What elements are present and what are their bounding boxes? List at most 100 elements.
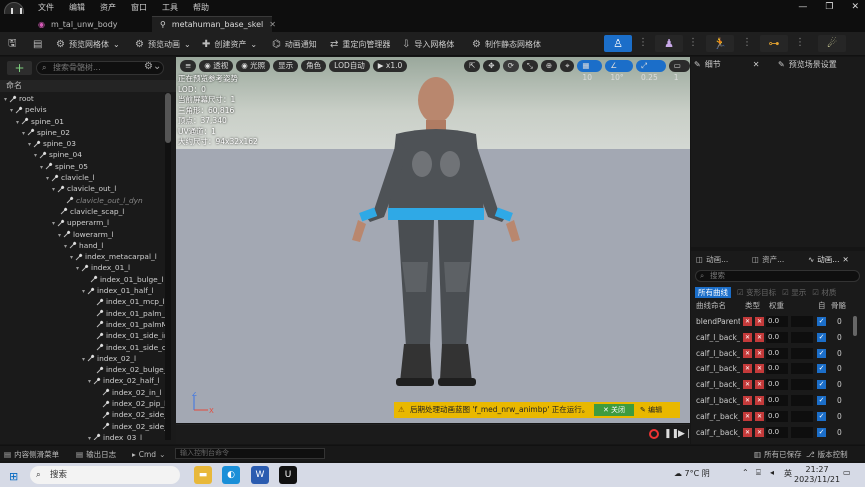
morph-type-icon[interactable]: ✕ <box>743 380 752 390</box>
tree-item[interactable]: index_01_palmMid <box>0 319 165 330</box>
tree-item[interactable]: ▾ index_02_half_l <box>0 375 165 386</box>
unreal-taskbar-icon[interactable]: U <box>279 466 297 484</box>
tree-scrollbar[interactable] <box>165 93 171 440</box>
curve-row[interactable]: calf_r_back_ ✕ ✕ 0.0 ✓ 0 <box>695 425 858 441</box>
maximize-icon[interactable]: ❐ <box>825 2 833 12</box>
tree-item[interactable]: ▾ index_02_l <box>0 353 165 364</box>
speed-button[interactable]: ▶ x1.0 <box>372 60 408 72</box>
mesh-mode-button[interactable]: ♟ <box>655 35 683 52</box>
taskbar-search[interactable]: ⌕ 搜索 <box>30 466 180 484</box>
material-type-icon[interactable]: ✕ <box>755 396 764 405</box>
console-command-input[interactable]: 输入控制台命令 <box>175 448 325 459</box>
expand-arrow-icon[interactable]: ▾ <box>52 220 55 227</box>
expand-arrow-icon[interactable]: ▾ <box>88 378 91 385</box>
menu-help[interactable]: 帮助 <box>193 2 209 13</box>
material-type-icon[interactable]: ✕ <box>755 380 764 390</box>
tab-material[interactable]: ◉ m_tal_unw_body <box>30 16 126 32</box>
surface-snap-icon[interactable]: ⌖ <box>560 60 575 72</box>
save-button[interactable]: 🖫 <box>8 36 17 52</box>
speaker-icon[interactable]: ◂ <box>770 468 774 477</box>
skeleton-mode-button[interactable]: ♙ <box>604 35 632 52</box>
curve-search-input[interactable]: ⌕ 搜索 <box>695 270 860 282</box>
morph-type-icon[interactable]: ✕ <box>743 411 752 421</box>
notice-edit-button[interactable]: ✎ 编辑 <box>640 404 676 416</box>
auto-checkbox[interactable]: ✓ <box>817 427 826 437</box>
menu-edit[interactable]: 编辑 <box>69 2 85 13</box>
filter-all-curves[interactable]: 所有曲线 <box>695 286 731 298</box>
tab-assets[interactable]: ◫ 资产... <box>752 253 784 266</box>
rotate-tool-icon[interactable]: ⟳ <box>502 60 519 72</box>
expand-arrow-icon[interactable]: ▾ <box>52 186 55 193</box>
filter-morph-targets[interactable]: ☑ 变形目标 <box>737 287 776 298</box>
auto-checkbox[interactable]: ✓ <box>817 317 826 326</box>
more-options-icon[interactable]: ⋮ <box>638 37 648 48</box>
tab-details[interactable]: ✎ 细节 ✕ <box>694 58 759 71</box>
filter-show[interactable]: ☑ 显示 <box>782 287 806 298</box>
character-button[interactable]: 角色 <box>301 60 327 72</box>
tree-item[interactable]: ▾ clavicle_out_l <box>0 183 165 194</box>
material-type-icon[interactable]: ✕ <box>755 348 764 358</box>
move-tool-icon[interactable]: ✥ <box>483 60 500 72</box>
auto-checkbox[interactable]: ✓ <box>817 348 826 358</box>
curve-row[interactable]: blendParent ✕ ✕ 0.0 ✓ 0 <box>695 314 858 330</box>
tree-item[interactable]: ▾ index_01_l <box>0 262 165 273</box>
curve-weight-input[interactable]: 0.0 <box>766 379 788 391</box>
metahuman-character[interactable] <box>326 72 546 402</box>
material-type-icon[interactable]: ✕ <box>755 332 764 342</box>
more-options-icon[interactable]: ⋮ <box>795 37 805 48</box>
curve-weight-slider[interactable] <box>791 379 813 391</box>
more-options-icon[interactable]: ⋮ <box>688 37 698 48</box>
expand-arrow-icon[interactable]: ▾ <box>40 164 43 171</box>
curve-weight-input[interactable]: 0.0 <box>766 363 788 375</box>
grid-snap-button[interactable]: ▦ 10 <box>577 60 603 82</box>
tree-item[interactable]: index_01_bulge_l <box>0 274 165 285</box>
notice-stop-button[interactable]: ✕ 关闭 <box>594 404 634 416</box>
curve-row[interactable]: calf_l_back_ ✕ ✕ 0.0 ✓ 0 <box>695 361 858 377</box>
expand-arrow-icon[interactable]: ▾ <box>58 232 61 239</box>
auto-checkbox[interactable]: ✓ <box>817 364 826 374</box>
lighting-button[interactable]: ◉ 光照 <box>236 60 271 72</box>
perspective-button[interactable]: ◉ 透视 <box>199 60 234 72</box>
lod-button[interactable]: LOD自动 <box>329 60 370 72</box>
windows-start-icon[interactable]: ⊞ <box>9 470 18 483</box>
expand-arrow-icon[interactable]: ▾ <box>10 107 13 114</box>
tree-item[interactable]: ▾ root <box>0 93 165 104</box>
expand-arrow-icon[interactable]: ▾ <box>28 141 31 148</box>
edge-browser-icon[interactable]: ◐ <box>222 466 240 484</box>
tree-item[interactable]: clavicle_out_l_dyn <box>0 195 165 206</box>
tree-item[interactable]: ▾ spine_04 <box>0 149 165 160</box>
settings-gear-icon[interactable]: ⚙⌄ <box>144 61 161 72</box>
morph-type-icon[interactable]: ✕ <box>743 332 752 342</box>
curve-weight-input[interactable]: 0.0 <box>766 331 788 343</box>
camera-speed-button[interactable]: ▭ 1 <box>668 60 690 82</box>
world-local-icon[interactable]: ⊕ <box>540 60 558 72</box>
morph-type-icon[interactable]: ✕ <box>743 364 752 374</box>
filter-material[interactable]: ☑ 材质 <box>812 287 836 298</box>
pause-icon[interactable]: ❚❚ <box>664 429 679 439</box>
tree-item[interactable]: ▾ spine_03 <box>0 138 165 149</box>
network-icon[interactable]: ⌸ <box>756 468 761 478</box>
tree-item[interactable]: index_02_bulge_ <box>0 364 165 375</box>
tree-item[interactable]: index_01_palm_l <box>0 308 165 319</box>
anim-notify-button[interactable]: ⌬ 动画通知 <box>272 36 317 52</box>
output-log-button[interactable]: ▤ 输出日志 <box>76 448 116 460</box>
weather-widget[interactable]: ☁ 7°C 阴 <box>674 468 710 479</box>
curve-weight-input[interactable]: 0.0 <box>766 347 788 359</box>
menu-tools[interactable]: 工具 <box>162 2 178 13</box>
material-type-icon[interactable]: ✕ <box>755 411 764 421</box>
curve-weight-slider[interactable] <box>791 410 813 422</box>
show-button[interactable]: 显示 <box>273 60 299 72</box>
tree-item[interactable]: index_01_mcp_l <box>0 296 165 307</box>
material-type-icon[interactable]: ✕ <box>755 317 764 326</box>
expand-arrow-icon[interactable]: ▾ <box>82 288 85 295</box>
material-type-icon[interactable]: ✕ <box>755 364 764 374</box>
viewport[interactable]: ≡ ◉ 透视 ◉ 光照 显示 角色 LOD自动 ▶ x1.0 ⇱ ✥ ⟳ ⤡ ⊕… <box>176 57 690 423</box>
curve-weight-input[interactable]: 0.0 <box>766 426 788 438</box>
curve-row[interactable]: calf_l_back_ ✕ ✕ 0.0 ✓ 0 <box>695 346 858 362</box>
tree-item[interactable]: index_02_side_ir <box>0 409 165 420</box>
expand-arrow-icon[interactable]: ▾ <box>64 243 67 250</box>
preview-mesh-button[interactable]: ⚙ 预览网格体 ⌄ <box>56 36 120 52</box>
select-tool-icon[interactable]: ⇱ <box>464 60 481 72</box>
record-button[interactable] <box>649 429 659 439</box>
clock[interactable]: 21:27 2023/11/21 <box>794 465 840 485</box>
